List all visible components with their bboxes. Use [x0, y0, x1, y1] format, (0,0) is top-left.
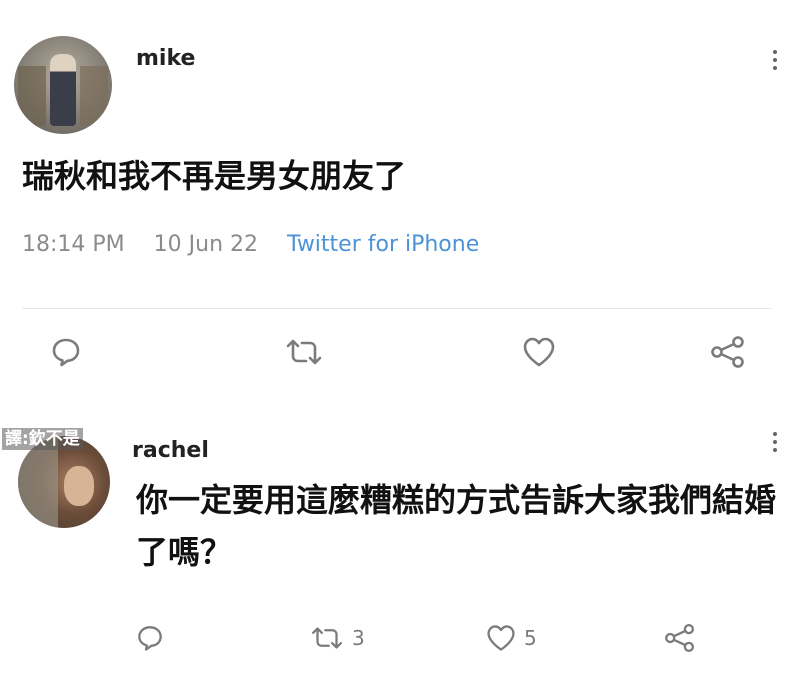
- reply-icon: [52, 338, 80, 367]
- username[interactable]: mike: [136, 46, 195, 71]
- action-bar: [0, 332, 791, 372]
- reply-button[interactable]: [134, 618, 166, 658]
- username[interactable]: rachel: [132, 438, 209, 463]
- like-button[interactable]: 5: [484, 618, 537, 658]
- tweet-text: 你一定要用這麼糟糕的方式告訴大家我們結婚了嗎？: [136, 481, 777, 571]
- heart-icon: [487, 625, 515, 651]
- retweet-icon: [286, 339, 322, 365]
- tweet-text: 瑞秋和我不再是男女朋友了: [22, 157, 407, 195]
- tweet-source-link[interactable]: Twitter for iPhone: [287, 232, 479, 257]
- reply-icon: [138, 626, 162, 651]
- retweet-count: 3: [352, 626, 365, 650]
- like-count: 5: [524, 626, 537, 650]
- heart-icon: [523, 337, 555, 367]
- retweet-button[interactable]: 3: [308, 618, 365, 658]
- share-icon: [711, 336, 744, 368]
- retweet-icon: [312, 627, 342, 649]
- tweet-meta: 18:14 PM 10 Jun 22 Twitter for iPhone: [22, 232, 479, 257]
- share-button[interactable]: [708, 332, 748, 372]
- share-button[interactable]: [662, 618, 698, 658]
- tweet-date: 10 Jun 22: [153, 232, 259, 257]
- retweet-button[interactable]: [282, 332, 326, 372]
- reply-tweet: 譯:欽不是 rachel 你一定要用這麼糟糕的方式告訴大家我們結婚了嗎？ 3 5: [0, 400, 791, 691]
- translation-overlay: 譯:欽不是: [2, 428, 83, 450]
- main-tweet: mike 瑞秋和我不再是男女朋友了 18:14 PM 10 Jun 22 Twi…: [0, 0, 791, 400]
- reply-button[interactable]: [48, 332, 84, 372]
- divider: [22, 308, 772, 309]
- avatar-mike[interactable]: [14, 36, 112, 134]
- like-button[interactable]: [520, 332, 558, 372]
- tweet-time: 18:14 PM: [22, 232, 125, 257]
- action-bar: 3 5: [0, 618, 791, 658]
- share-icon: [665, 623, 695, 653]
- more-vertical-icon[interactable]: [771, 50, 779, 74]
- more-vertical-icon[interactable]: [771, 432, 779, 456]
